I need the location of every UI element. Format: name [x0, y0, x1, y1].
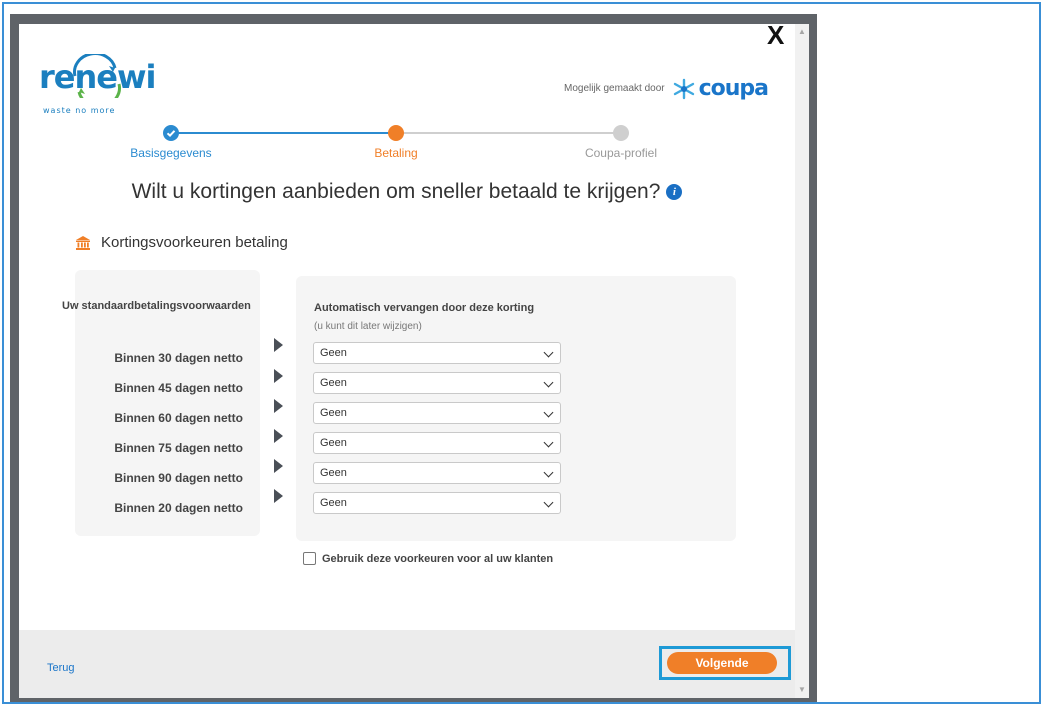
- discount-header: Automatisch vervangen door deze korting: [314, 302, 535, 314]
- arrow-right-icon: [274, 489, 283, 503]
- scroll-up-icon[interactable]: ▲: [795, 26, 809, 38]
- onboarding-dialog: X renewi waste no more Mogelijk gemaakt …: [19, 24, 795, 698]
- discount-select[interactable]: Geen: [313, 432, 561, 454]
- arrow-right-icon: [274, 459, 283, 473]
- discount-subheader: (u kunt dit later wijzigen): [314, 321, 422, 332]
- step-label-basisgegevens: Basisgegevens: [130, 146, 212, 160]
- apply-all-customers-label[interactable]: Gebruik deze voorkeuren voor al uw klant…: [322, 553, 553, 565]
- arrow-right-icon: [274, 369, 283, 383]
- discount-select[interactable]: Geen: [313, 462, 561, 484]
- dialog-footer: Terug Volgende: [19, 630, 795, 698]
- powered-by-text: Mogelijk gemaakt door: [564, 83, 665, 94]
- discount-select-value: Geen: [320, 377, 347, 389]
- term-label: Binnen 20 dagen netto: [114, 501, 243, 515]
- renewi-logo: renewi waste no more: [39, 54, 156, 122]
- section-header: Kortingsvoorkeuren betaling: [75, 234, 288, 251]
- step-connector-2: [397, 132, 617, 134]
- section-title: Kortingsvoorkeuren betaling: [101, 234, 288, 251]
- discount-select-value: Geen: [320, 407, 347, 419]
- bank-icon: [76, 235, 90, 250]
- term-label: Binnen 30 dagen netto: [114, 351, 243, 365]
- logo-wordmark: renewi: [39, 58, 156, 96]
- chevron-down-icon: [543, 497, 554, 508]
- progress-stepper: Basisgegevens Betaling Coupa-profiel: [19, 124, 795, 164]
- chevron-down-icon: [543, 467, 554, 478]
- discount-select[interactable]: Geen: [313, 402, 561, 424]
- step-active-icon: [388, 125, 404, 141]
- step-done-icon: [163, 125, 179, 141]
- next-button[interactable]: Volgende: [667, 652, 777, 674]
- term-label: Binnen 90 dagen netto: [114, 471, 243, 485]
- arrow-right-icon: [274, 399, 283, 413]
- term-label: Binnen 75 dagen netto: [114, 441, 243, 455]
- discount-select[interactable]: Geen: [313, 492, 561, 514]
- step-connector-1: [177, 132, 397, 134]
- dialog-scrollbar[interactable]: ▲ ▼: [795, 24, 809, 698]
- chevron-down-icon: [543, 437, 554, 448]
- coupa-logo: coupa: [671, 76, 769, 101]
- term-label: Binnen 45 dagen netto: [114, 381, 243, 395]
- arrow-right-icon: [274, 338, 283, 352]
- step-label-betaling: Betaling: [374, 146, 418, 160]
- powered-by: Mogelijk gemaakt door coupa: [564, 76, 769, 101]
- apply-all-customers-checkbox[interactable]: [303, 552, 316, 565]
- step-pending-icon: [613, 125, 629, 141]
- discount-select-value: Geen: [320, 347, 347, 359]
- discount-select[interactable]: Geen: [313, 372, 561, 394]
- close-button[interactable]: X: [767, 24, 789, 48]
- page-title: Wilt u kortingen aanbieden om sneller be…: [19, 180, 795, 204]
- coupa-snowflake-icon: [673, 78, 694, 99]
- discount-select-value: Geen: [320, 437, 347, 449]
- apply-all-customers-row[interactable]: Gebruik deze voorkeuren voor al uw klant…: [303, 552, 553, 565]
- discount-select-value: Geen: [320, 497, 347, 509]
- discount-select[interactable]: Geen: [313, 342, 561, 364]
- info-icon[interactable]: i: [666, 184, 683, 200]
- standard-terms-header: Uw standaardbetalingsvoorwaarden: [62, 300, 251, 312]
- step-label-coupa-profiel: Coupa-profiel: [584, 146, 658, 160]
- chevron-down-icon: [543, 407, 554, 418]
- discount-select-value: Geen: [320, 467, 347, 479]
- chevron-down-icon: [543, 377, 554, 388]
- term-label: Binnen 60 dagen netto: [114, 411, 243, 425]
- back-link[interactable]: Terug: [47, 662, 75, 674]
- logo-tagline: waste no more: [43, 106, 116, 115]
- coupa-wordmark: coupa: [698, 76, 769, 101]
- chevron-down-icon: [543, 347, 554, 358]
- arrow-right-icon: [274, 429, 283, 443]
- page-title-text: Wilt u kortingen aanbieden om sneller be…: [131, 180, 661, 203]
- scroll-down-icon[interactable]: ▼: [795, 684, 809, 696]
